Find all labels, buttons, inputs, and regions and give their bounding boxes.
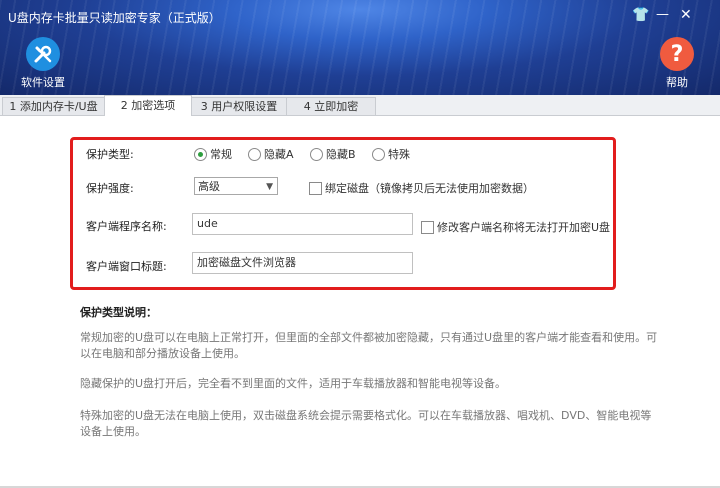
description-hidden: 隐藏保护的U盘打开后，完全看不到里面的文件，适用于车载播放器和智能电视等设备。 [80,377,507,390]
question-glyph: ? [670,41,684,67]
protect-strength-label: 保护强度: [86,182,134,195]
tab-user-permissions[interactable]: 3 用户权限设置 [191,97,287,115]
window-title-label: 客户端窗口标题: [86,260,167,273]
tab-bar: 1 添加内存卡/U盘 2 加密选项 3 用户权限设置 4 立即加密 [0,95,720,116]
protect-strength-select[interactable]: 高级 ▼ [194,177,278,195]
skin-icon[interactable]: 👕 [632,7,649,23]
settings-label: 软件设置 [21,76,65,89]
radio-hidden-b-label: 隐藏B [326,148,356,161]
settings-button[interactable]: 软件设置 [11,37,75,90]
rename-warning-label: 修改客户端名称将无法打开加密U盘 [437,221,611,234]
tab-add-card[interactable]: 1 添加内存卡/U盘 [2,97,105,115]
radio-hidden-a-label: 隐藏A [264,148,294,161]
protect-type-label: 保护类型: [86,148,134,161]
bind-disk-checkbox[interactable]: 绑定磁盘（镜像拷贝后无法使用加密数据） [309,180,534,196]
tab-encrypt-options[interactable]: 2 加密选项 [104,95,192,116]
window-title: U盘内存卡批量只读加密专家（正式版） [8,11,221,25]
chevron-down-icon: ▼ [266,182,273,192]
radio-special[interactable]: 特殊 [372,146,410,162]
radio-normal[interactable]: 常规 [194,146,232,162]
checkbox-box [421,220,434,234]
radio-special-label: 特殊 [388,148,410,161]
radio-normal-label: 常规 [210,148,232,161]
help-label: 帮助 [666,76,688,89]
help-button[interactable]: ? 帮助 [645,37,709,90]
minimize-button[interactable]: — [656,7,669,22]
client-name-input[interactable]: ude [192,213,413,235]
client-name-label: 客户端程序名称: [86,220,167,233]
description-special: 特殊加密的U盘无法在电脑上使用，双击磁盘系统会提示需要格式化。可以在车载播放器、… [80,409,652,438]
window-title-input[interactable]: 加密磁盘文件浏览器 [192,252,413,274]
header-banner: U盘内存卡批量只读加密专家（正式版） 👕 — ✕ 软件设置 ? 帮助 [0,0,720,95]
radio-unselected-icon [248,147,261,161]
radio-unselected-icon [310,147,323,161]
bind-disk-label: 绑定磁盘（镜像拷贝后无法使用加密数据） [325,182,534,195]
radio-selected-icon [194,147,207,161]
radio-hidden-a[interactable]: 隐藏A [248,146,294,162]
close-button[interactable]: ✕ [680,7,692,23]
wrench-screwdriver-icon [26,37,60,71]
protect-strength-value: 高级 [198,180,220,193]
description-normal: 常规加密的U盘可以在电脑上正常打开，但里面的全部文件都被加密隐藏，只有通过U盘里… [80,331,658,360]
description-title: 保护类型说明： [80,306,157,319]
rename-warning-checkbox[interactable]: 修改客户端名称将无法打开加密U盘 [421,219,610,235]
radio-hidden-b[interactable]: 隐藏B [310,146,356,162]
question-icon: ? [660,37,694,71]
radio-unselected-icon [372,147,385,161]
checkbox-box [309,181,322,195]
tab-encrypt-now[interactable]: 4 立即加密 [286,97,376,115]
